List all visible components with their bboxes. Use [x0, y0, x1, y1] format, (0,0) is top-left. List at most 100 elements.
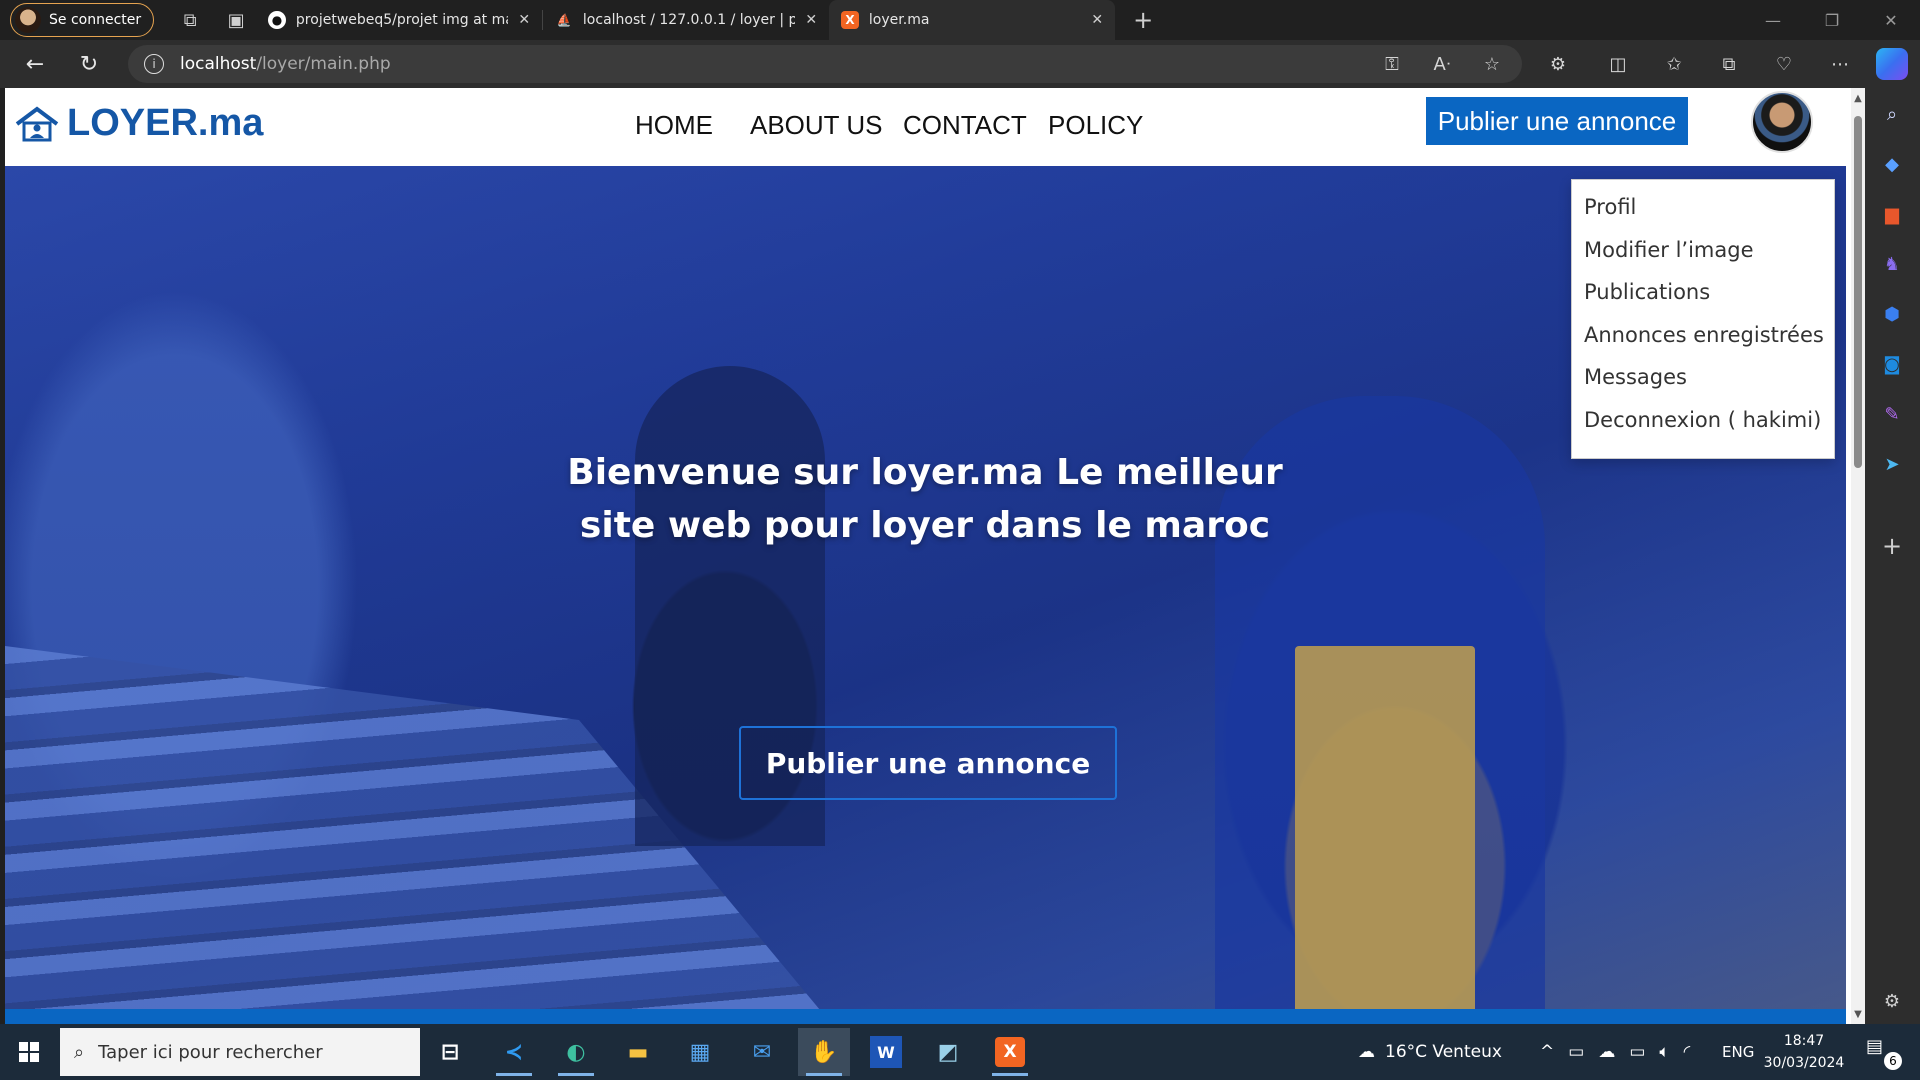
- drop-send-icon[interactable]: ➤: [1876, 448, 1908, 480]
- window-close-icon[interactable]: ✕: [1862, 0, 1920, 40]
- browser-tab-bar: Se connecter ⧉ ▣ ● projetwebeq5/projet i…: [0, 0, 1920, 40]
- taskbar-search[interactable]: ⌕ Taper ici pour rechercher: [60, 1028, 420, 1076]
- xampp-icon[interactable]: X: [984, 1028, 1036, 1076]
- outlook-icon[interactable]: ◙: [1876, 348, 1908, 380]
- onedrive-icon[interactable]: ☁: [1598, 1042, 1615, 1062]
- site-navbar: LOYER.ma HOME ABOUT US CONTACT POLICY Pu…: [5, 88, 1865, 166]
- password-key-icon[interactable]: ⚿: [1370, 40, 1414, 88]
- profile-label: Se connecter: [49, 12, 142, 28]
- chevron-up-icon[interactable]: ^: [1540, 1042, 1554, 1062]
- microsoft-store-icon[interactable]: ▦: [674, 1028, 726, 1076]
- dropdown-item-messages[interactable]: Messages: [1572, 356, 1834, 399]
- search-icon[interactable]: ⌕: [1876, 98, 1908, 130]
- extensions-icon[interactable]: ⚙: [1536, 40, 1580, 88]
- back-icon[interactable]: ←: [8, 40, 62, 88]
- user-dropdown-menu: Profil Modifier l’image Publications Ann…: [1571, 179, 1835, 459]
- profile-avatar: [15, 7, 41, 33]
- tab-phpmyadmin[interactable]: ⛵ localhost / 127.0.0.1 / loyer | php ✕: [543, 0, 829, 40]
- nav-contact[interactable]: CONTACT: [903, 110, 1027, 141]
- scroll-down-icon[interactable]: ▼: [1851, 1006, 1865, 1022]
- tab-github[interactable]: ● projetwebeq5/projet img at mai ✕: [256, 0, 542, 40]
- search-icon: ⌕: [74, 1041, 85, 1063]
- split-screen-icon[interactable]: ◫: [1596, 40, 1640, 88]
- paint-3d-icon[interactable]: ✋: [798, 1028, 850, 1076]
- favorites-icon[interactable]: ✩: [1652, 40, 1696, 88]
- web-page: LOYER.ma HOME ABOUT US CONTACT POLICY Pu…: [5, 88, 1865, 1024]
- weather-widget[interactable]: ☁ 16°C Venteux: [1358, 1024, 1502, 1080]
- github-icon: ●: [268, 11, 286, 29]
- workspaces-icon[interactable]: ⧉: [170, 0, 210, 40]
- more-menu-icon[interactable]: ⋯: [1818, 40, 1862, 88]
- wind-cloud-icon: ☁: [1358, 1042, 1375, 1062]
- minimize-icon[interactable]: —: [1744, 0, 1802, 40]
- user-avatar[interactable]: [1751, 91, 1813, 153]
- collections-icon[interactable]: ⧉: [1707, 40, 1751, 88]
- start-button[interactable]: [0, 1024, 58, 1080]
- browser-essentials-icon[interactable]: ♡: [1762, 40, 1806, 88]
- logo-text: LOYER.ma: [67, 102, 264, 144]
- vertical-tabs-icon[interactable]: ▣: [216, 0, 256, 40]
- vscode-icon[interactable]: ≺: [488, 1028, 540, 1076]
- close-icon[interactable]: ✕: [518, 12, 530, 28]
- new-tab-icon[interactable]: +: [1123, 0, 1163, 40]
- copilot-icon[interactable]: [1876, 48, 1908, 80]
- nav-home[interactable]: HOME: [635, 110, 713, 141]
- publish-ad-nav-button[interactable]: Publier une annonce: [1426, 97, 1688, 145]
- profile-button[interactable]: Se connecter: [10, 3, 155, 37]
- notification-badge: 6: [1884, 1052, 1902, 1070]
- close-icon[interactable]: ✕: [1091, 12, 1103, 28]
- tab-label: localhost / 127.0.0.1 / loyer | php: [582, 12, 796, 28]
- refresh-icon[interactable]: ↻: [62, 40, 116, 88]
- read-aloud-icon[interactable]: Aᐧ: [1420, 40, 1464, 88]
- close-icon[interactable]: ✕: [805, 12, 817, 28]
- dropdown-item-profil[interactable]: Profil: [1572, 186, 1834, 229]
- word-icon[interactable]: W: [870, 1036, 902, 1068]
- clock-date: 30/03/2024: [1763, 1055, 1845, 1071]
- battery-icon[interactable]: ▭: [1629, 1042, 1645, 1062]
- taskbar-clock[interactable]: 18:47 30/03/2024: [1762, 1030, 1846, 1074]
- designer-icon[interactable]: ✎: [1876, 398, 1908, 430]
- sidebar-settings-icon[interactable]: ⚙: [1876, 985, 1908, 1017]
- volume-icon[interactable]: 🔈︎: [1659, 1042, 1669, 1062]
- windows-logo-icon: [19, 1042, 39, 1062]
- system-tray: ^ ▭ ☁ ▭ 🔈︎ ◜: [1540, 1024, 1690, 1080]
- nav-policy[interactable]: POLICY: [1048, 110, 1143, 141]
- site-logo[interactable]: LOYER.ma: [15, 102, 263, 145]
- maximize-icon[interactable]: ❐: [1803, 0, 1861, 40]
- address-bar[interactable]: i localhost/loyer/main.php: [128, 45, 1522, 83]
- scrollbar-thumb[interactable]: [1854, 116, 1862, 468]
- favorite-star-icon[interactable]: ☆: [1470, 40, 1514, 88]
- url-host: localhost: [180, 54, 257, 74]
- tab-loyer[interactable]: X loyer.ma ✕: [829, 0, 1116, 40]
- nav-about-us[interactable]: ABOUT US: [750, 110, 882, 141]
- url-path: /loyer/main.php: [256, 54, 391, 74]
- microsoft-365-icon[interactable]: ⬢: [1876, 298, 1908, 330]
- edge-icon[interactable]: ◐: [550, 1028, 602, 1076]
- dropdown-item-publications[interactable]: Publications: [1572, 271, 1834, 314]
- notes-app-icon[interactable]: ◩: [922, 1028, 974, 1076]
- site-info-icon[interactable]: i: [144, 54, 164, 74]
- weather-text: 16°C Venteux: [1385, 1042, 1502, 1062]
- language-indicator[interactable]: ENG: [1722, 1024, 1754, 1080]
- dropdown-item-deconnexion[interactable]: Deconnexion ( hakimi): [1572, 399, 1834, 442]
- dropdown-item-modifier-image[interactable]: Modifier l’image: [1572, 229, 1834, 272]
- scroll-up-icon[interactable]: ▲: [1851, 90, 1865, 106]
- wifi-icon[interactable]: ◜: [1684, 1042, 1691, 1062]
- add-sidebar-app-icon[interactable]: +: [1876, 530, 1908, 562]
- games-icon[interactable]: ♞: [1876, 248, 1908, 280]
- hero-title: Bienvenue sur loyer.ma Le meilleur site …: [567, 452, 1283, 546]
- mail-icon[interactable]: ✉: [736, 1028, 788, 1076]
- shopping-tag-icon[interactable]: ◆: [1876, 148, 1908, 180]
- tab-label: loyer.ma: [868, 12, 930, 28]
- clock-time: 18:47: [1783, 1033, 1825, 1049]
- tools-briefcase-icon[interactable]: ▆: [1876, 198, 1908, 230]
- url-text: localhost/loyer/main.php: [180, 54, 391, 74]
- task-view-icon[interactable]: ⊟: [424, 1028, 476, 1076]
- publish-ad-hero-button[interactable]: Publier une annonce: [739, 726, 1117, 800]
- phpmyadmin-icon: ⛵: [556, 13, 572, 27]
- dropdown-item-annonces-enregistrees[interactable]: Annonces enregistrées: [1572, 314, 1834, 357]
- meet-now-icon[interactable]: ▭: [1568, 1042, 1584, 1062]
- notification-center-icon[interactable]: ▤ 6: [1866, 1036, 1902, 1070]
- file-explorer-icon[interactable]: ▬: [612, 1028, 664, 1076]
- hero-door-decoration: [1295, 646, 1475, 1009]
